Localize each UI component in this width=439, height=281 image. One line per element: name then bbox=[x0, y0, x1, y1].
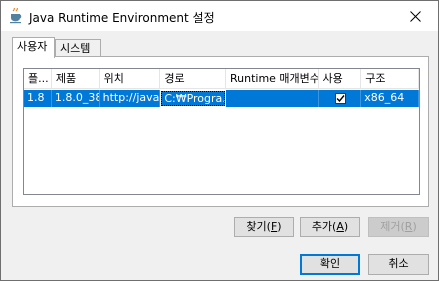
cell-enabled bbox=[319, 90, 362, 107]
jre-table: 플... 제품 위치 경로 Runtime 매개변수 사용 구조 1.8 1.8… bbox=[23, 68, 420, 195]
tab-system[interactable]: 시스템 bbox=[55, 39, 101, 57]
table-header: 플... 제품 위치 경로 Runtime 매개변수 사용 구조 bbox=[24, 69, 419, 89]
column-header-path[interactable]: 경로 bbox=[160, 69, 226, 89]
cell-path[interactable]: C:₩Progra... bbox=[160, 90, 226, 107]
remove-button[interactable]: 제거(R) bbox=[368, 217, 429, 237]
cell-platform[interactable]: 1.8 bbox=[24, 90, 52, 107]
title-bar: Java Runtime Environment 설정 bbox=[1, 1, 438, 31]
cell-arch[interactable]: x86_64 bbox=[361, 90, 419, 107]
enabled-checkbox[interactable] bbox=[335, 93, 347, 104]
ok-button[interactable]: 확인 bbox=[300, 254, 360, 275]
tab-panel-user: 플... 제품 위치 경로 Runtime 매개변수 사용 구조 1.8 1.8… bbox=[12, 56, 429, 207]
checkmark-icon bbox=[336, 95, 345, 103]
cell-product[interactable]: 1.8.0_381 bbox=[52, 90, 100, 107]
column-header-product[interactable]: 제품 bbox=[51, 69, 100, 89]
add-button[interactable]: 추가(A) bbox=[300, 217, 360, 237]
java-cup-icon bbox=[8, 7, 24, 24]
column-header-enabled[interactable]: 사용 bbox=[318, 69, 362, 89]
window-title: Java Runtime Environment 설정 bbox=[29, 11, 215, 25]
cell-location[interactable]: http://java... bbox=[100, 90, 161, 107]
cancel-button[interactable]: 취소 bbox=[368, 254, 429, 275]
find-button[interactable]: 찾기(F) bbox=[234, 217, 294, 237]
column-header-location[interactable]: 위치 bbox=[99, 69, 161, 89]
jre-settings-dialog: Java Runtime Environment 설정 사용자 시스템 플...… bbox=[0, 0, 439, 281]
tab-user[interactable]: 사용자 bbox=[12, 37, 55, 58]
table-row[interactable]: 1.8 1.8.0_381 http://java... C:₩Progra..… bbox=[24, 90, 419, 107]
close-icon bbox=[409, 10, 421, 22]
column-header-arch[interactable]: 구조 bbox=[361, 69, 419, 89]
column-header-runtime-params[interactable]: Runtime 매개변수 bbox=[225, 69, 319, 89]
cell-runtime-params[interactable] bbox=[226, 90, 319, 107]
column-header-platform[interactable]: 플... bbox=[24, 69, 52, 89]
close-button[interactable] bbox=[392, 1, 438, 31]
